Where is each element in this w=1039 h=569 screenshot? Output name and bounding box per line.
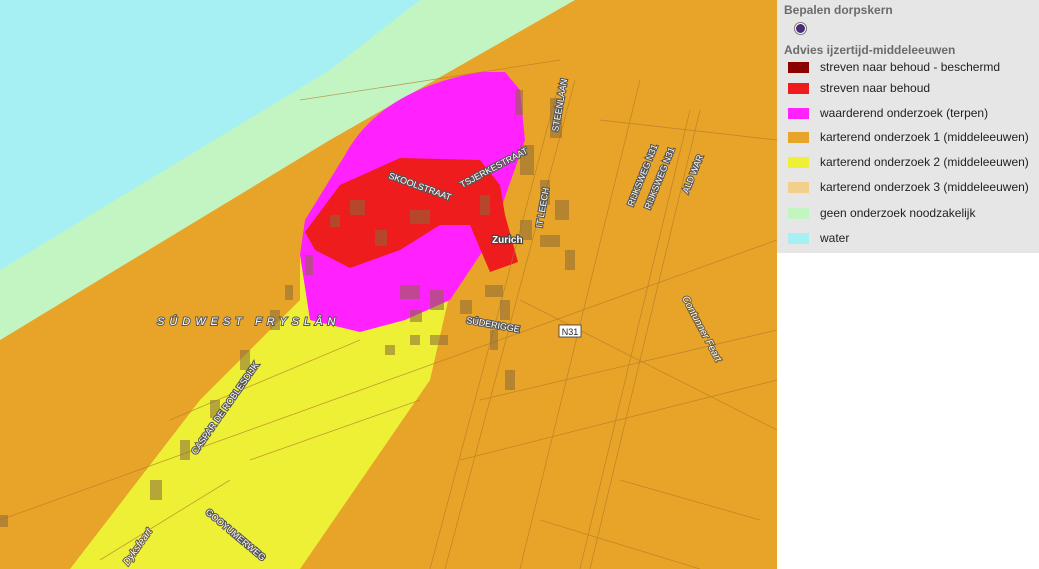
- legend-panel: Bepalen dorpskern Advies ijzertijd-midde…: [777, 0, 1039, 253]
- map-svg[interactable]: SKOOLSTRAAT TSJERKESTRAAT STEENLAAN IT L…: [0, 0, 777, 569]
- legend-label: waarderend onderzoek (terpen): [820, 106, 989, 120]
- legend-item-terpen: waarderend onderzoek (terpen): [788, 106, 988, 120]
- legend-item-beschermd: streven naar behoud - beschermd: [788, 60, 1000, 74]
- legend-item-karterend-3: karterend onderzoek 3 (middeleeuwen): [788, 180, 1029, 194]
- legend-label: karterend onderzoek 2 (middeleeuwen): [820, 155, 1029, 169]
- legend-label: water: [820, 231, 850, 245]
- legend-swatch: [788, 181, 809, 193]
- legend-title-advies: Advies ijzertijd-middeleeuwen: [784, 43, 956, 57]
- legend-swatch: [788, 207, 809, 219]
- legend-swatch: [788, 61, 809, 73]
- legend-label: karterend onderzoek 1 (middeleeuwen): [820, 130, 1029, 144]
- legend-label: streven naar behoud: [820, 81, 931, 95]
- legend-title-dorpskern: Bepalen dorpskern: [784, 3, 893, 17]
- legend-swatch: [788, 232, 809, 244]
- svg-text:N31: N31: [562, 327, 579, 337]
- legend-item-behoud: streven naar behoud: [788, 81, 930, 95]
- legend-label: karterend onderzoek 3 (middeleeuwen): [820, 180, 1029, 194]
- legend-swatch: [788, 156, 809, 168]
- dorpskern-point-icon: [795, 23, 806, 34]
- map-canvas[interactable]: SKOOLSTRAAT TSJERKESTRAAT STEENLAAN IT L…: [0, 0, 777, 569]
- legend-swatch: [788, 107, 809, 119]
- legend-item-karterend-1: karterend onderzoek 1 (middeleeuwen): [788, 130, 1029, 144]
- legend-item-karterend-2: karterend onderzoek 2 (middeleeuwen): [788, 155, 1029, 169]
- legend-label: geen onderzoek noodzakelijk: [820, 206, 976, 220]
- legend-label: streven naar behoud - beschermd: [820, 60, 1001, 74]
- route-shield-n31: N31: [558, 324, 582, 338]
- label-sudwest-fryslan: SÚDWEST FRYSLÂN: [157, 315, 340, 328]
- label-zurich: Zurich: [492, 235, 523, 246]
- legend-item-geen-onderzoek: geen onderzoek noodzakelijk: [788, 206, 975, 220]
- legend-item-water: water: [788, 231, 849, 245]
- legend-swatch: [788, 131, 809, 143]
- legend-swatch: [788, 82, 809, 94]
